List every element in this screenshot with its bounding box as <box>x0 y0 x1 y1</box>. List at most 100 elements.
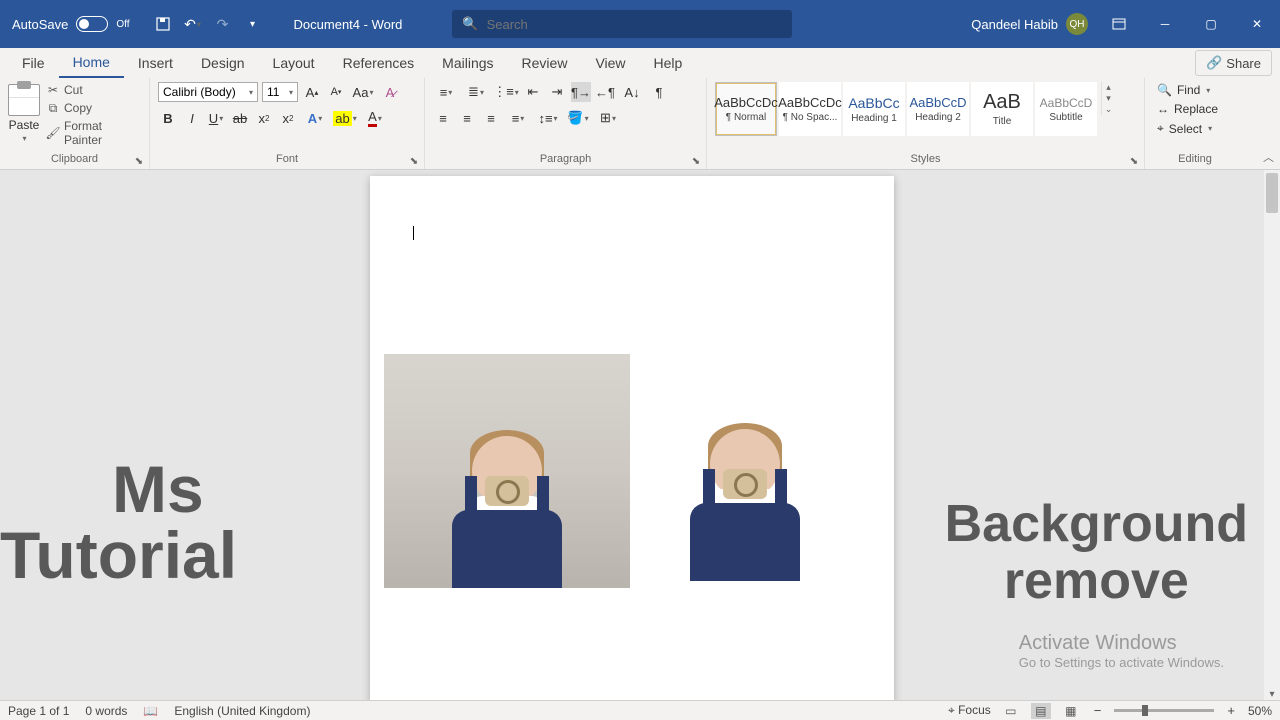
dialog-launcher[interactable]: ⬊ <box>690 155 702 167</box>
image-background-removed[interactable] <box>655 411 835 581</box>
style--no-spac-[interactable]: AaBbCcDc¶ No Spac... <box>779 82 841 136</box>
zoom-in-button[interactable]: + <box>1224 703 1238 718</box>
document-page[interactable] <box>370 176 894 702</box>
increase-indent-button[interactable]: ⇥ <box>547 82 567 102</box>
find-button[interactable]: 🔍Find▾ <box>1153 82 1222 98</box>
close-button[interactable]: ✕ <box>1234 0 1280 48</box>
collapse-ribbon-button[interactable]: ︿ <box>1263 149 1274 165</box>
user-name: Qandeel Habib <box>971 17 1058 32</box>
tab-home[interactable]: Home <box>59 48 124 78</box>
line-spacing-button[interactable]: ↕≡▾ <box>535 108 561 128</box>
format-painter-button[interactable]: 🖌Format Painter <box>44 118 141 148</box>
styles-more[interactable]: ⌄ <box>1102 104 1115 115</box>
tab-references[interactable]: References <box>329 49 429 77</box>
spell-check-icon[interactable]: 📖 <box>143 704 158 718</box>
page-indicator[interactable]: Page 1 of 1 <box>8 704 69 718</box>
ribbon: Paste ▾ ✂Cut ⧉Copy 🖌Format Painter Clipb… <box>0 78 1280 170</box>
decrease-indent-button[interactable]: ⇤ <box>523 82 543 102</box>
font-size-combo[interactable]: 11▾ <box>262 82 298 102</box>
bold-button[interactable]: B <box>158 108 178 128</box>
sort-button[interactable]: A↓ <box>619 82 645 102</box>
ltr-button[interactable]: ¶→ <box>571 82 591 102</box>
style--normal[interactable]: AaBbCcDc¶ Normal <box>715 82 777 136</box>
style-title[interactable]: AaBTitle <box>971 82 1033 136</box>
style-subtitle[interactable]: AaBbCcDSubtitle <box>1035 82 1097 136</box>
autosave-toggle[interactable]: AutoSave Off <box>0 16 142 32</box>
styles-down[interactable]: ▾ <box>1102 93 1115 104</box>
show-marks-button[interactable]: ¶ <box>649 82 669 102</box>
paste-button[interactable]: Paste ▾ <box>8 82 40 143</box>
group-paragraph: ≡▾ ≣▾ ⋮≡▾ ⇤ ⇥ ¶→ ←¶ A↓ ¶ ≡ ≡ ≡ ≡▾ ↕≡▾ 🪣▾ <box>425 78 707 169</box>
tab-help[interactable]: Help <box>640 49 697 77</box>
underline-button[interactable]: U▾ <box>206 108 226 128</box>
qat-customize[interactable]: ▾ <box>240 11 266 37</box>
replace-button[interactable]: ↔Replace <box>1153 101 1222 117</box>
user-account[interactable]: Qandeel Habib QH <box>963 13 1096 35</box>
align-right-button[interactable]: ≡ <box>481 108 501 128</box>
multilevel-list-button[interactable]: ⋮≡▾ <box>493 82 519 102</box>
numbering-button[interactable]: ≣▾ <box>463 82 489 102</box>
style-heading-1[interactable]: AaBbCcHeading 1 <box>843 82 905 136</box>
tab-file[interactable]: File <box>8 49 59 77</box>
dialog-launcher[interactable]: ⬊ <box>133 155 145 167</box>
tab-view[interactable]: View <box>581 49 639 77</box>
ribbon-display-options[interactable] <box>1096 0 1142 48</box>
redo-button[interactable]: ↷ <box>210 11 236 37</box>
zoom-slider[interactable] <box>1114 709 1214 712</box>
superscript-button[interactable]: x2 <box>278 108 298 128</box>
read-mode-button[interactable]: ▭ <box>1001 703 1021 719</box>
dialog-launcher[interactable]: ⬊ <box>408 155 420 167</box>
justify-button[interactable]: ≡▾ <box>505 108 531 128</box>
scrollbar-thumb[interactable] <box>1266 173 1278 213</box>
overlay-text-right: Background remove <box>945 496 1248 610</box>
increase-font-button[interactable]: A▴ <box>302 82 322 102</box>
vertical-scrollbar[interactable]: ▾ <box>1264 170 1280 702</box>
cut-button[interactable]: ✂Cut <box>44 82 141 98</box>
web-layout-button[interactable]: ▦ <box>1061 703 1081 719</box>
decrease-font-button[interactable]: A▾ <box>326 82 346 102</box>
zoom-level[interactable]: 50% <box>1248 704 1272 718</box>
tab-layout[interactable]: Layout <box>259 49 329 77</box>
search-input[interactable] <box>487 17 783 32</box>
ribbon-tabs: File Home Insert Design Layout Reference… <box>0 48 1280 78</box>
image-with-background[interactable] <box>384 354 630 588</box>
tab-review[interactable]: Review <box>508 49 582 77</box>
print-layout-button[interactable]: ▤ <box>1031 703 1051 719</box>
dialog-launcher[interactable]: ⬊ <box>1128 155 1140 167</box>
save-button[interactable] <box>150 11 176 37</box>
select-button[interactable]: ⌖Select▾ <box>1153 120 1222 137</box>
cursor-icon: ⌖ <box>1157 121 1164 136</box>
maximize-button[interactable]: ▢ <box>1188 0 1234 48</box>
highlight-button[interactable]: ab▾ <box>332 108 358 128</box>
word-count[interactable]: 0 words <box>85 704 127 718</box>
font-color-button[interactable]: A▾ <box>362 108 388 128</box>
strikethrough-button[interactable]: ab <box>230 108 250 128</box>
rtl-button[interactable]: ←¶ <box>595 82 615 102</box>
style-heading-2[interactable]: AaBbCcDHeading 2 <box>907 82 969 136</box>
share-button[interactable]: 🔗 Share <box>1195 50 1272 76</box>
shading-button[interactable]: 🪣▾ <box>565 108 591 128</box>
tab-insert[interactable]: Insert <box>124 49 187 77</box>
align-center-button[interactable]: ≡ <box>457 108 477 128</box>
focus-mode-button[interactable]: ⌖ Focus <box>948 703 991 718</box>
font-name-combo[interactable]: Calibri (Body)▾ <box>158 82 258 102</box>
change-case-button[interactable]: Aa▾ <box>350 82 376 102</box>
align-left-button[interactable]: ≡ <box>433 108 453 128</box>
subscript-button[interactable]: x2 <box>254 108 274 128</box>
text-effects-button[interactable]: A▾ <box>302 108 328 128</box>
tab-design[interactable]: Design <box>187 49 259 77</box>
bullets-button[interactable]: ≡▾ <box>433 82 459 102</box>
styles-up[interactable]: ▴ <box>1102 82 1115 93</box>
copy-button[interactable]: ⧉Copy <box>44 100 141 116</box>
borders-button[interactable]: ⊞▾ <box>595 108 621 128</box>
italic-button[interactable]: I <box>182 108 202 128</box>
language-indicator[interactable]: English (United Kingdom) <box>174 704 310 718</box>
search-box[interactable]: 🔍 <box>452 10 792 38</box>
minimize-button[interactable]: ─ <box>1142 0 1188 48</box>
clear-formatting-button[interactable]: A̷ <box>380 82 400 102</box>
undo-button[interactable]: ↶▾ <box>180 11 206 37</box>
styles-gallery[interactable]: AaBbCcDc¶ NormalAaBbCcDc¶ No Spac...AaBb… <box>715 82 1097 136</box>
group-label: Clipboard <box>8 151 141 167</box>
tab-mailings[interactable]: Mailings <box>428 49 507 77</box>
zoom-out-button[interactable]: − <box>1091 703 1105 718</box>
